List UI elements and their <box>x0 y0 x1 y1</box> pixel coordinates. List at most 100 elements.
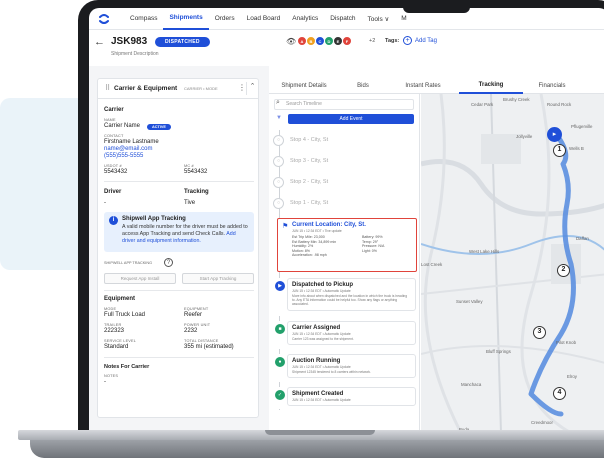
shipment-header: ← JSK983 DISPATCHED Shipment Description… <box>89 31 604 61</box>
laptop-base <box>0 430 604 463</box>
service-level-label: SERVICE LEVEL <box>104 339 137 343</box>
event-description: More info about when dispatched and the … <box>292 294 408 307</box>
contact-phone[interactable]: (555)555-5555 <box>104 153 143 159</box>
tab-bids[interactable]: Bids <box>339 78 387 94</box>
service-level-value: Standard <box>104 344 129 350</box>
timeline-stop[interactable]: ○ Stop 4 - City, St <box>273 134 329 146</box>
nav-dispatch[interactable]: Dispatch <box>324 8 361 30</box>
logo-icon[interactable] <box>98 13 110 25</box>
main-content: Shipment Details Bids Instant Rates Trac… <box>269 66 604 433</box>
trailer-value: 222323 <box>104 328 125 334</box>
avatar: F <box>342 36 352 46</box>
avatar-overflow-count[interactable]: +2 <box>369 38 375 44</box>
drag-handle-icon[interactable]: ⠿ <box>105 84 110 92</box>
nav-shipments[interactable]: Shipments <box>163 8 209 30</box>
event-card: Auction Running JUN 15 • 12:34 EDT • Aut… <box>287 354 416 379</box>
top-nav: Compass Shipments Orders Load Board Anal… <box>89 8 604 30</box>
stop-marker[interactable]: 4 <box>553 387 566 400</box>
request-install-button[interactable]: Request App Install <box>104 273 176 284</box>
event-meta: JUN 15 • 12:34 EDT • Automatic Update <box>292 398 351 402</box>
map-label: Daffan <box>576 236 589 241</box>
timeline-event[interactable]: ■ Carrier Assigned JUN 15 • 12:34 EDT • … <box>271 321 418 349</box>
back-arrow-icon[interactable]: ← <box>94 36 105 48</box>
event-title: Shipment Created <box>292 391 344 397</box>
total-distance-value: 355 mi (estimated) <box>184 344 234 350</box>
tab-bar: Shipment Details Bids Instant Rates Trac… <box>269 78 604 94</box>
left-panel: ⠿ Carrier & Equipment CARRIER • MODE ⋮ ⌃… <box>89 66 269 433</box>
card-title: Carrier & Equipment <box>114 85 178 92</box>
stop-marker[interactable]: 3 <box>533 326 546 339</box>
kebab-menu-icon[interactable]: ⋮ <box>238 83 246 92</box>
mode-label: MODE <box>104 307 117 311</box>
stat: Acceleration: .98 mph <box>292 253 327 258</box>
mc-label: MC # <box>184 164 194 168</box>
contact-email[interactable]: name@email.com <box>104 146 152 152</box>
event-description: Carrier 123 was assigned to the shipment… <box>292 337 354 341</box>
carrier-section-title: Carrier <box>104 107 124 113</box>
nav-orders[interactable]: Orders <box>209 8 241 30</box>
tracking-map[interactable]: Brushy Creek Round Rock Cedar Park Jolly… <box>421 94 604 433</box>
nav-analytics[interactable]: Analytics <box>286 8 324 30</box>
status-badge: DISPATCHED <box>155 37 210 47</box>
info-icon: i <box>109 216 118 225</box>
equipment-section-title: Equipment <box>104 296 135 302</box>
map-label: Pflugerville <box>571 124 593 129</box>
timeline-stop[interactable]: ○ Stop 1 - City, St <box>273 197 328 209</box>
gavel-icon: ● <box>275 357 285 367</box>
event-card: Dispatched to Pickup JUN 15 • 12:34 EDT … <box>287 278 416 311</box>
map-label: Jollyville <box>516 134 533 139</box>
tags-label: Tags: <box>385 38 400 44</box>
nav-tools[interactable]: Tools ∨ <box>362 8 396 30</box>
mode-value: Full Truck Load <box>104 312 146 318</box>
timeline-stop[interactable]: ○ Stop 3 - City, St <box>273 155 328 167</box>
stop-marker[interactable]: 1 <box>553 144 566 157</box>
divider <box>104 290 254 291</box>
nav-compass[interactable]: Compass <box>124 8 163 30</box>
map-base <box>421 94 604 433</box>
start-tracking-button[interactable]: Start App Tracking <box>182 273 254 284</box>
shipment-description[interactable]: Shipment Description <box>111 51 159 57</box>
timeline-event[interactable]: ▶ Dispatched to Pickup JUN 15 • 12:34 ED… <box>271 278 418 316</box>
stop-label: Stop 4 - City, St <box>290 137 329 143</box>
event-description: Shipment 12345 tendered to 8 carriers wi… <box>292 370 371 374</box>
help-icon[interactable]: ? <box>164 258 173 267</box>
trailer-label: TRAILER <box>104 323 122 327</box>
carrier-name: Carrier Name <box>104 123 141 129</box>
filter-icon[interactable]: ▼ <box>276 115 282 121</box>
camera-notch <box>403 0 470 13</box>
watcher-avatars[interactable]: A B C D E F <box>297 36 352 46</box>
stop-marker[interactable]: 2 <box>557 264 570 277</box>
event-title: Carrier Assigned <box>292 325 341 331</box>
tracking-timeline: ⌕ Search Timeline ▼ Add Event ○ Stop 4 -… <box>269 94 420 433</box>
notes-value: - <box>104 379 106 385</box>
truck-location-icon[interactable]: ▸ <box>547 127 562 142</box>
timeline-event[interactable]: ● Auction Running JUN 15 • 12:34 EDT • A… <box>271 354 418 382</box>
tab-instant-rates[interactable]: Instant Rates <box>387 78 459 94</box>
tab-shipment-details[interactable]: Shipment Details <box>269 78 339 94</box>
tracking-value: Tive <box>184 200 196 206</box>
map-label: Pilot Knob <box>556 340 577 345</box>
info-title: Shipwell App Tracking <box>122 216 186 222</box>
tab-financials[interactable]: Financials <box>523 78 581 94</box>
add-event-button[interactable]: Add Event <box>288 114 414 124</box>
chevron-up-icon[interactable]: ⌃ <box>246 82 258 95</box>
stop-dot-icon: ○ <box>273 176 284 188</box>
timeline-event[interactable]: ✓ Shipment Created JUN 15 • 12:34 EDT • … <box>271 387 418 409</box>
add-tag-button[interactable]: + Add Tag <box>403 36 437 45</box>
flag-icon: ⚑ <box>282 223 289 230</box>
card-subtitle: CARRIER • MODE <box>184 86 218 91</box>
check-icon: ✓ <box>275 390 285 400</box>
power-unit-label: POWER UNIT <box>184 323 211 327</box>
timeline-stop[interactable]: ○ Stop 2 - City, St <box>273 176 328 188</box>
stat: Light: 0% <box>362 248 377 253</box>
search-timeline-input[interactable]: Search Timeline <box>274 99 414 110</box>
map-label: Round Rock <box>547 102 572 107</box>
tab-tracking[interactable]: Tracking <box>459 78 523 94</box>
current-location-card[interactable]: ⚑ Current Location: City, St. JUN 15 • 1… <box>277 218 417 272</box>
nav-load-board[interactable]: Load Board <box>241 8 287 30</box>
eye-icon[interactable]: 👁 <box>286 37 296 46</box>
truck-icon: ■ <box>275 324 285 334</box>
mc-value: 5543432 <box>184 169 208 175</box>
map-label: Elroy <box>567 374 578 379</box>
usdot-value: 5543432 <box>104 169 128 175</box>
